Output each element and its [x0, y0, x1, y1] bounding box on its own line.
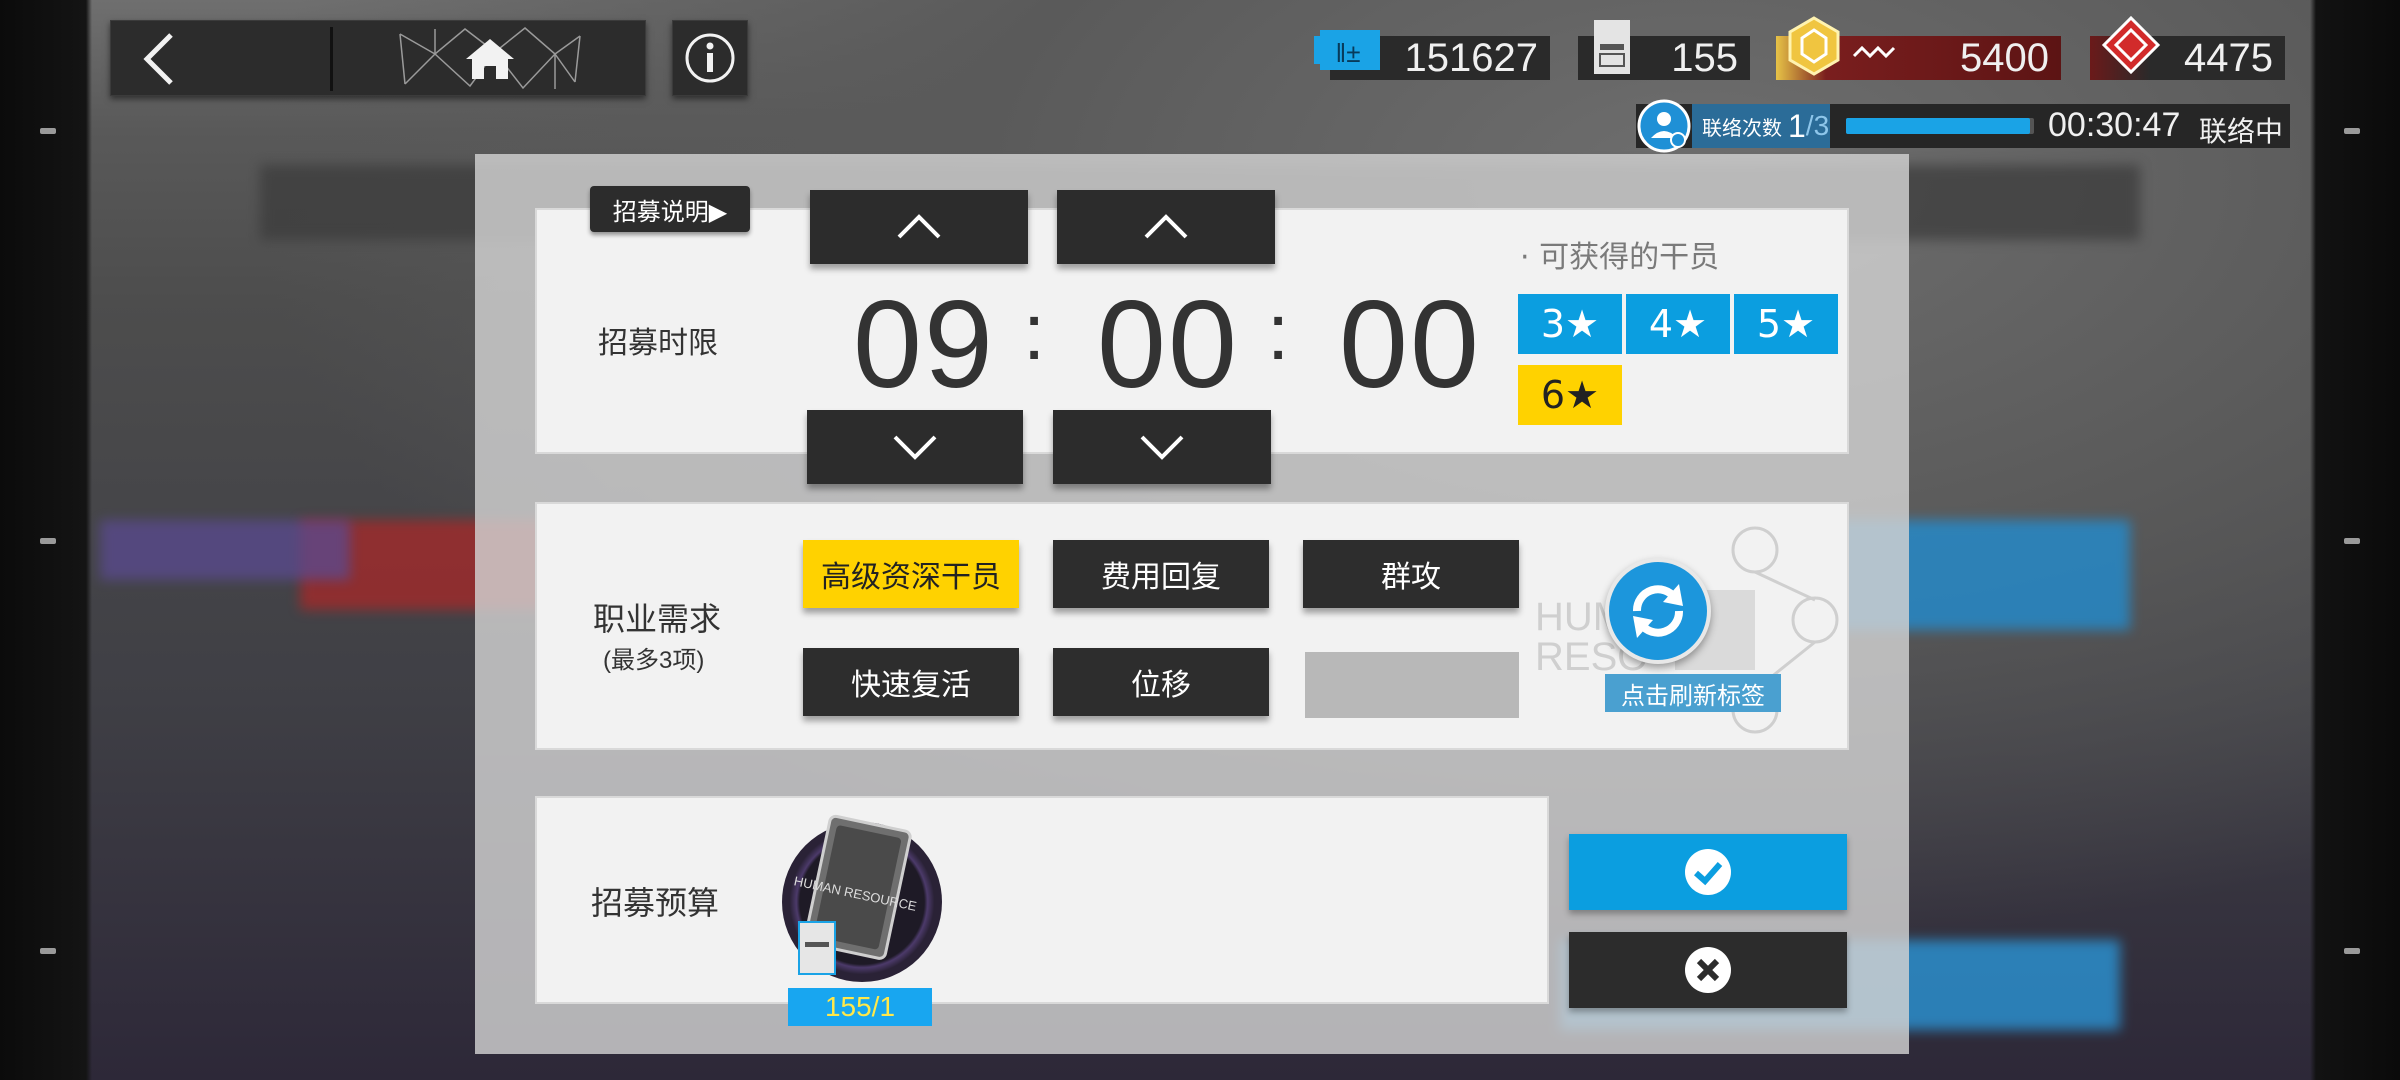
obtainable-operators-title: · 可获得的干员: [1520, 240, 1720, 275]
tags-section-label: 职业需求: [593, 601, 722, 637]
currency-value: 155: [1671, 35, 1738, 80]
refresh-tags-button[interactable]: [1605, 558, 1711, 664]
contact-count-label: 联络次数: [1702, 117, 1782, 140]
star-badge-6: 6★: [1518, 365, 1622, 425]
budget-section-label: 招募预算: [591, 885, 720, 921]
home-icon: [466, 39, 514, 79]
contact-progress-fill: [1846, 118, 2031, 134]
contact-timer: 00:30:47: [2048, 106, 2181, 144]
refresh-tags-label-box[interactable]: 点击刷新标签: [1605, 674, 1781, 712]
tag-empty-slot: [1305, 652, 1519, 718]
info-button[interactable]: [672, 20, 748, 96]
svg-text:ǁ±: ǁ±: [1335, 38, 1360, 68]
check-icon: [1685, 849, 1731, 895]
tag-label: 高级资深干员: [821, 560, 1001, 595]
tag-dp-recovery[interactable]: 费用回复: [1053, 540, 1269, 608]
recruit-help-button[interactable]: 招募说明▶: [590, 186, 750, 232]
info-icon: [685, 33, 735, 83]
contact-status: 联络中: [2199, 115, 2284, 148]
minutes-down-button[interactable]: [1053, 410, 1271, 484]
permit-count: 155/1: [824, 991, 896, 1022]
star-badge-4: 4★: [1626, 294, 1730, 354]
contact-status-bar: 联络次数 1 /3 00:30:47 联络中: [1636, 99, 2290, 153]
close-icon: [1685, 947, 1731, 993]
cancel-recruit-button[interactable]: [1569, 932, 1847, 1008]
tag-label: 快速复活: [851, 668, 971, 703]
star-badge-3: 3★: [1518, 294, 1622, 354]
contact-count-value: 1: [1788, 107, 1806, 144]
contact-count-box: 联络次数 1 /3: [1692, 104, 1830, 148]
timer-colon: :: [1267, 287, 1290, 376]
operator-contact-icon: [1637, 99, 1691, 153]
refresh-icon: [1633, 584, 1683, 638]
hours-up-button[interactable]: [810, 190, 1028, 264]
tag-aoe[interactable]: 群攻: [1303, 540, 1519, 608]
tag-label: 位移: [1131, 668, 1191, 703]
star-label: 5★: [1756, 302, 1816, 346]
top-nav-bar: [110, 20, 646, 96]
tags-section-sublabel: (最多3项): [603, 647, 705, 674]
star-badge-5: 5★: [1734, 294, 1838, 354]
contact-count-total: /3: [1805, 110, 1830, 141]
star-label: 6★: [1540, 373, 1600, 417]
timer-seconds: 00: [1339, 276, 1481, 414]
timer-section-label: 招募时限: [598, 327, 718, 360]
permit-card-icon: [1594, 20, 1630, 74]
hours-down-button[interactable]: [807, 410, 1023, 484]
tag-label: 群攻: [1381, 560, 1441, 595]
home-button[interactable]: [333, 21, 647, 97]
refresh-tags-label: 点击刷新标签: [1621, 681, 1765, 710]
contact-progress-bar: [1846, 118, 2034, 134]
chevron-down-icon: [1140, 435, 1184, 460]
originite-icon: [2101, 15, 2161, 75]
timer-hours: 09: [853, 276, 995, 414]
currency-value: 151627: [1404, 35, 1538, 80]
chevron-down-icon: [893, 435, 937, 460]
recruit-panel: 招募说明▶ 招募时限 09 : 00 : 00 · 可获得的干员 3★ 4★ 5…: [475, 154, 1909, 1054]
star-label: 3★: [1540, 302, 1600, 346]
confirm-recruit-button[interactable]: [1569, 834, 1847, 910]
minutes-up-button[interactable]: [1057, 190, 1275, 264]
timer-minutes: 00: [1097, 276, 1239, 414]
currency-value: 5400: [1960, 35, 2049, 80]
headhunting-permit-card-icon: HUMAN RESOURCE: [793, 814, 918, 975]
currency-value: 4475: [2184, 35, 2273, 80]
chevron-left-icon: [143, 33, 173, 85]
timer-colon: :: [1023, 287, 1046, 376]
tag-top-operator[interactable]: 高级资深干员: [803, 540, 1019, 608]
ticket-icon: ǁ±: [1314, 30, 1380, 70]
permit-count-box: 155/1: [788, 988, 932, 1026]
tag-shift[interactable]: 位移: [1053, 648, 1269, 716]
star-label: 4★: [1648, 302, 1708, 346]
tag-fast-redeploy[interactable]: 快速复活: [803, 648, 1019, 716]
orundum-icon: [1788, 16, 1896, 76]
chevron-up-icon: [897, 214, 941, 239]
back-button[interactable]: [111, 21, 331, 97]
recruit-help-label: 招募说明▶: [612, 197, 728, 226]
chevron-up-icon: [1144, 214, 1188, 239]
tag-label: 费用回复: [1101, 560, 1221, 595]
